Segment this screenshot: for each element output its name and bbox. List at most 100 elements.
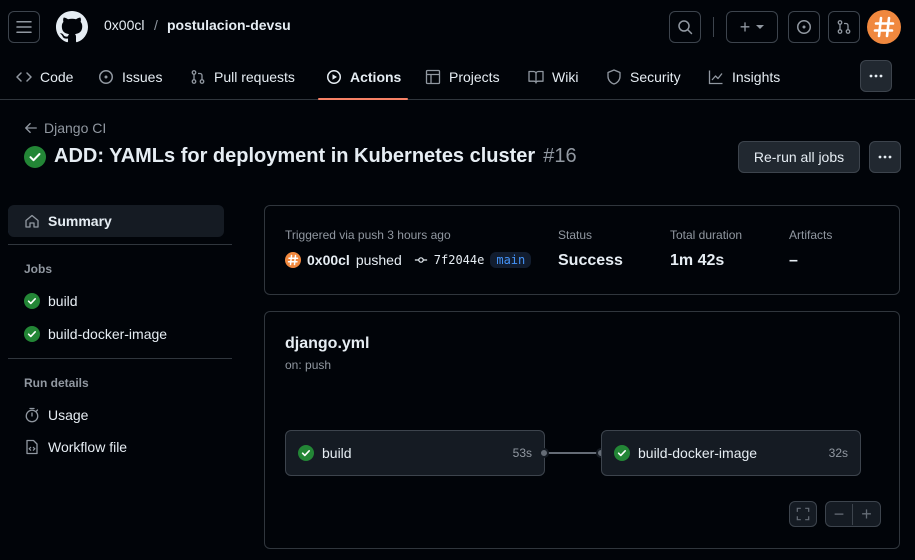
sidebar-usage-label: Usage: [48, 407, 89, 423]
run-details-heading: Run details: [24, 376, 89, 390]
table-icon: [425, 69, 441, 85]
app-header: 0x00cl / postulacion-devsu + Code Issues: [0, 0, 915, 100]
sidebar-job-label: build: [48, 293, 78, 309]
sidebar-job-build[interactable]: build: [8, 285, 224, 317]
breadcrumb-separator: /: [154, 17, 158, 33]
workflow-graph-card: django.yml on: push build 53s build-dock…: [264, 311, 900, 549]
hamburger-icon: [16, 21, 32, 33]
hash-icon: [873, 16, 895, 38]
fullscreen-button[interactable]: [789, 501, 817, 527]
tab-actions-label: Actions: [350, 69, 402, 85]
zoom-out-button[interactable]: −: [826, 503, 853, 525]
check-circle-fill-icon: [24, 145, 46, 168]
tab-projects[interactable]: Projects: [425, 54, 500, 100]
breadcrumb-repo[interactable]: postulacion-devsu: [167, 17, 291, 33]
duration-label: Total duration: [670, 228, 743, 242]
run-summary-card: Triggered via push 3 hours ago 0x00cl pu…: [264, 205, 900, 295]
tab-pull-requests[interactable]: Pull requests: [190, 54, 295, 100]
check-circle-fill-icon: [614, 445, 630, 461]
sidebar-divider: [8, 244, 232, 245]
top-bar: 0x00cl / postulacion-devsu +: [0, 0, 915, 54]
status-value: Success: [558, 252, 623, 269]
artifacts-value: –: [789, 252, 798, 269]
active-tab-underline: [318, 98, 408, 100]
plus-icon: +: [739, 16, 751, 37]
github-logo-icon[interactable]: [56, 11, 88, 43]
user-avatar[interactable]: [867, 10, 901, 44]
tab-security[interactable]: Security: [606, 54, 681, 100]
graph-job-name: build-docker-image: [638, 445, 758, 461]
kebab-horizontal-icon: [869, 74, 883, 78]
screen-full-icon: [796, 507, 810, 521]
tab-issues[interactable]: Issues: [98, 54, 162, 100]
workflow-back-link[interactable]: Django CI: [24, 120, 106, 136]
sidebar-item-summary[interactable]: Summary: [8, 205, 224, 237]
duration-value: 1m 42s: [670, 252, 725, 269]
sidebar-workflow-file-label: Workflow file: [48, 439, 128, 455]
actor-avatar[interactable]: [285, 252, 301, 268]
graph-job-duration: 53s: [512, 446, 532, 460]
status-label: Status: [558, 228, 593, 242]
tab-pull-requests-label: Pull requests: [214, 69, 295, 85]
arrow-left-icon: [25, 122, 37, 134]
search-icon: [678, 20, 693, 35]
hash-icon: [287, 254, 299, 266]
graph-job-build[interactable]: build 53s: [285, 430, 545, 476]
check-circle-fill-icon: [24, 326, 40, 342]
tab-actions[interactable]: Actions: [326, 54, 401, 100]
actor-name[interactable]: 0x00cl: [307, 252, 350, 268]
home-icon: [25, 214, 39, 228]
run-title-text: ADD: YAMLs for deployment in Kubernetes …: [54, 145, 536, 167]
workflow-back-label: Django CI: [44, 120, 107, 136]
tab-code-label: Code: [40, 69, 74, 85]
shield-icon: [607, 69, 621, 85]
rerun-all-jobs-button[interactable]: Re-run all jobs: [738, 141, 860, 173]
sidebar-divider: [8, 358, 232, 359]
workflow-trigger: on: push: [285, 358, 332, 372]
push-info: 0x00cl pushed 7f2044e main: [285, 252, 532, 268]
triangle-down-icon: [756, 25, 765, 29]
run-more-button[interactable]: [869, 141, 901, 173]
artifacts-label: Artifacts: [789, 228, 833, 242]
commit-sha[interactable]: 7f2044e: [434, 253, 485, 267]
git-commit-icon: [414, 257, 427, 263]
pull-requests-button[interactable]: [828, 11, 860, 43]
job-connector-line: [545, 452, 601, 454]
graph-icon: [708, 70, 723, 85]
jobs-heading: Jobs: [24, 262, 53, 276]
stopwatch-icon: [25, 407, 39, 423]
trigger-text: Triggered via push 3 hours ago: [285, 228, 451, 242]
connector-dot: [539, 448, 549, 458]
create-new-button[interactable]: +: [726, 11, 778, 43]
tab-projects-label: Projects: [449, 69, 500, 85]
breadcrumb-owner[interactable]: 0x00cl: [104, 17, 144, 33]
tab-insights[interactable]: Insights: [708, 54, 780, 100]
issues-button[interactable]: [788, 11, 820, 43]
tab-security-label: Security: [630, 69, 681, 85]
sidebar-summary-label: Summary: [48, 213, 112, 229]
tab-wiki[interactable]: Wiki: [528, 54, 578, 100]
issue-opened-icon: [99, 70, 113, 84]
graph-job-build-docker-image[interactable]: build-docker-image 32s: [601, 430, 861, 476]
sidebar-item-workflow-file[interactable]: Workflow file: [8, 431, 224, 463]
tab-insights-label: Insights: [732, 69, 781, 85]
tab-code[interactable]: Code: [16, 54, 73, 100]
graph-job-duration: 32s: [828, 446, 848, 460]
sidebar-job-build-docker-image[interactable]: build-docker-image: [8, 318, 224, 350]
branch-label[interactable]: main: [490, 252, 532, 268]
search-button[interactable]: [669, 11, 701, 43]
tab-issues-label: Issues: [122, 69, 163, 85]
issue-opened-icon: [797, 20, 811, 34]
run-title: ADD: YAMLs for deployment in Kubernetes …: [24, 145, 577, 168]
more-tabs-button[interactable]: [860, 60, 892, 92]
git-pull-request-icon: [191, 70, 205, 84]
divider: [713, 17, 714, 37]
zoom-in-button[interactable]: +: [853, 504, 880, 525]
workflow-file-name[interactable]: django.yml: [285, 335, 369, 353]
code-icon: [16, 72, 32, 82]
sidebar-job-label: build-docker-image: [48, 326, 168, 342]
menu-button[interactable]: [8, 11, 40, 43]
repo-tabs: Code Issues Pull requests Actions Projec…: [0, 54, 915, 100]
run-number: #16: [543, 145, 577, 167]
sidebar-item-usage[interactable]: Usage: [8, 399, 224, 431]
